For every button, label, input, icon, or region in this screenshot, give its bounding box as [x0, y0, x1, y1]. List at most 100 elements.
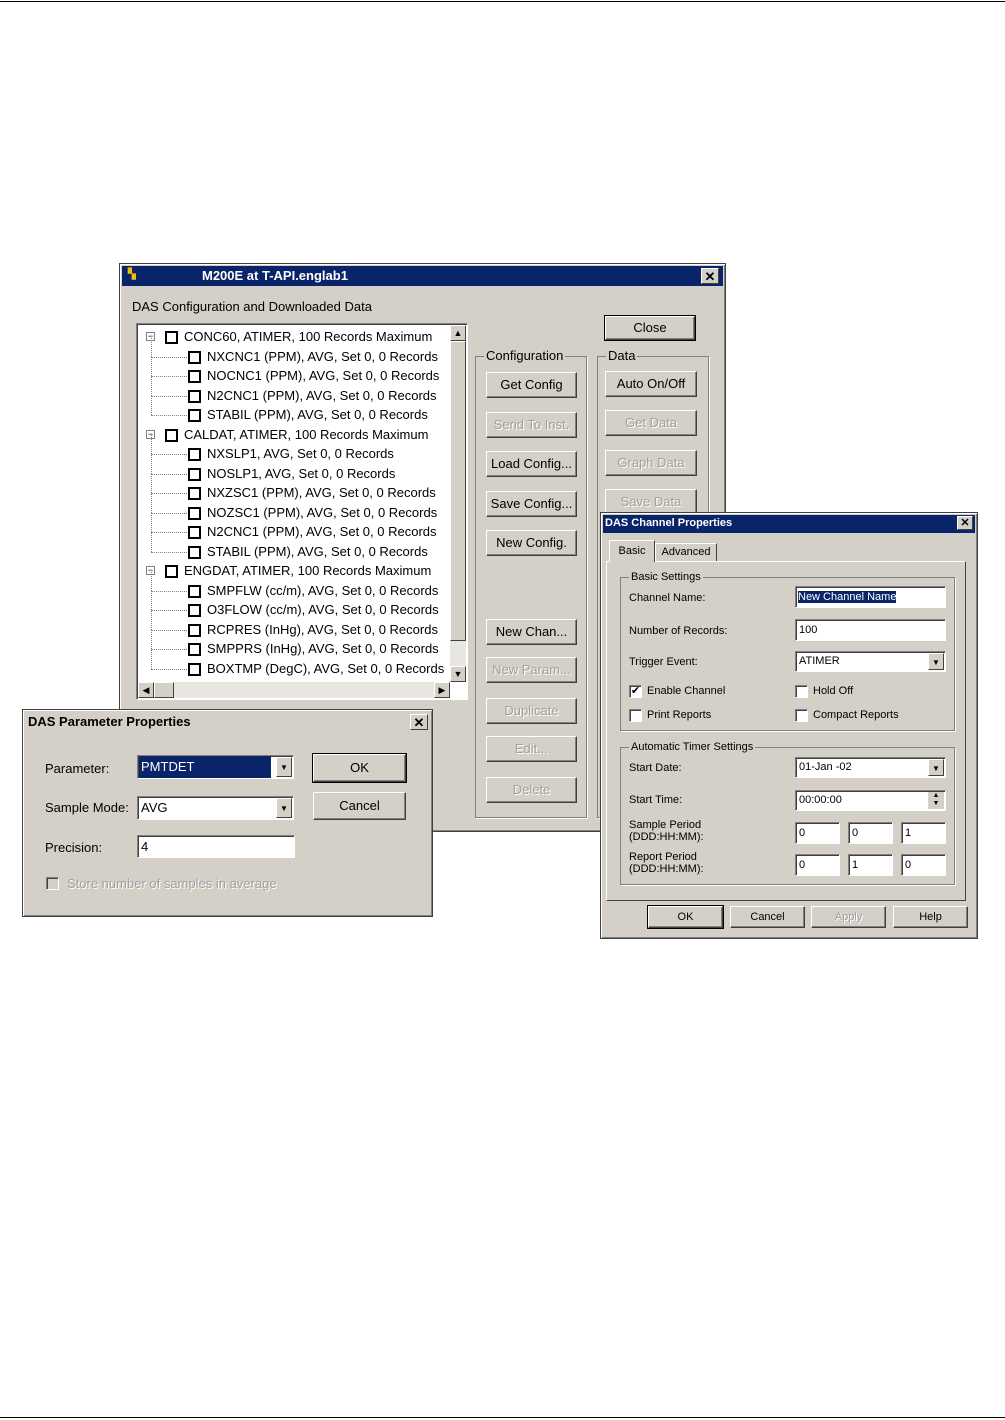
compact-reports-checkbox[interactable]	[795, 709, 808, 722]
trigger-event-select[interactable]: ATIMER ▼	[795, 651, 946, 672]
tree-connector-line	[151, 571, 152, 591]
tree-checkbox[interactable]	[188, 604, 201, 617]
save-config-button[interactable]: Save Config...	[486, 491, 577, 517]
store-samples-checkbox[interactable]	[46, 877, 59, 890]
tree-parameter-node[interactable]: SMPFLW (cc/m), AVG, Set 0, 0 Records	[137, 571, 450, 601]
tree-parameter-node[interactable]: N2CNC1 (PPM), AVG, Set 0, 0 Records	[137, 376, 450, 406]
close-button[interactable]: Close	[604, 315, 696, 341]
sample-mode-dropdown-icon[interactable]: ▼	[276, 798, 292, 818]
graph-data-button[interactable]: Graph Data	[605, 450, 697, 476]
tree-checkbox[interactable]	[188, 526, 201, 539]
tree-connector-line	[151, 357, 152, 376]
scroll-up-icon[interactable]: ▲	[450, 325, 466, 341]
tree-checkbox[interactable]	[188, 545, 201, 559]
tree-parameter-node[interactable]: RCPRES (InHg), AVG, Set 0, 0 Records	[137, 610, 450, 640]
print-reports-checkbox[interactable]	[629, 709, 642, 722]
tree-node-label: SMPFLW (cc/m), AVG, Set 0, 0 Records	[207, 582, 439, 598]
duplicate-button[interactable]: Duplicate	[486, 698, 577, 724]
tree-parameter-node[interactable]: O3FLOW (cc/m), AVG, Set 0, 0 Records	[137, 591, 450, 620]
num-records-input[interactable]: 100	[795, 619, 946, 641]
start-time-input[interactable]: 00:00:00 ▲ ▼	[795, 790, 946, 811]
tree-checkbox[interactable]	[188, 409, 201, 422]
get-config-button[interactable]: Get Config	[486, 372, 577, 398]
tree-parameter-node[interactable]: BOXTMP (DegC), AVG, Set 0, 0 Records	[137, 649, 450, 679]
tree-parameter-node[interactable]: NOZSC1 (PPM), AVG, Set 0, 0 Records	[137, 493, 450, 523]
channel-close-icon[interactable]: ✕	[957, 516, 973, 530]
start-date-value: 01-Jan -02	[799, 761, 852, 773]
tree-parameter-node[interactable]: N2CNC1 (PPM), AVG, Set 0, 0 Records	[137, 513, 450, 542]
enable-channel-label: Enable Channel	[647, 685, 726, 697]
print-reports-label: Print Reports	[647, 709, 712, 721]
parameter-dropdown-icon[interactable]: ▼	[276, 757, 292, 777]
channel-help-button[interactable]: Help	[893, 906, 968, 928]
param-close-icon[interactable]: ✕	[410, 714, 428, 730]
tree-checkbox[interactable]	[165, 428, 178, 442]
tree-checkbox[interactable]	[188, 389, 201, 403]
tree-checkbox[interactable]	[165, 331, 178, 344]
tree-checkbox[interactable]	[165, 565, 178, 578]
tree-checkbox[interactable]	[188, 623, 201, 637]
new-chan-button[interactable]: New Chan...	[486, 619, 577, 645]
scroll-thumb[interactable]	[450, 341, 466, 641]
sample-period-days[interactable]: 0	[795, 822, 840, 844]
tree-checkbox[interactable]	[188, 370, 201, 383]
tree-checkbox[interactable]	[188, 584, 201, 598]
new-config-button[interactable]: New Config.	[486, 530, 577, 556]
sample-period-hours[interactable]: 0	[848, 822, 893, 844]
tree-checkbox[interactable]	[188, 467, 201, 481]
delete-button[interactable]: Delete	[486, 777, 577, 803]
tree-vscrollbar[interactable]: ▲ ▼	[450, 325, 466, 682]
tree-checkbox[interactable]	[188, 487, 201, 500]
tree-channel-node[interactable]: − ENGDAT, ATIMER, 100 Records Maximum	[137, 562, 450, 581]
tree-parameter-node[interactable]: STABIL (PPM), AVG, Set 0, 0 Records	[137, 396, 450, 425]
hold-off-checkbox[interactable]	[795, 685, 808, 698]
channel-cancel-button[interactable]: Cancel	[730, 906, 805, 928]
scroll-left-icon[interactable]: ◀	[138, 682, 154, 698]
tree-checkbox[interactable]	[188, 506, 201, 520]
precision-input[interactable]: 4	[137, 835, 295, 858]
hscroll-thumb[interactable]	[154, 682, 174, 698]
param-cancel-button[interactable]: Cancel	[313, 792, 406, 820]
enable-channel-checkbox[interactable]: ✔	[629, 685, 642, 698]
param-ok-button[interactable]: OK	[312, 753, 407, 783]
sample-mode-select[interactable]: AVG ▼	[137, 796, 294, 820]
new-param-button[interactable]: New Param...	[486, 657, 577, 683]
tree-hscrollbar[interactable]: ◀ ▶	[138, 682, 450, 698]
tree-checkbox[interactable]	[188, 350, 201, 364]
tree-checkbox[interactable]	[188, 662, 201, 676]
tree-channel-node[interactable]: − CALDAT, ATIMER, 100 Records Maximum	[137, 426, 450, 445]
tree-channel-node[interactable]: − CONC60, ATIMER, 100 Records Maximum	[137, 328, 450, 347]
get-data-button[interactable]: Get Data	[605, 410, 697, 436]
send-to-inst-button[interactable]: Send To Inst.	[486, 412, 577, 438]
trigger-dropdown-icon[interactable]: ▼	[928, 653, 944, 670]
tree-parameter-node[interactable]: STABIL (PPM), AVG, Set 0, 0 Records	[137, 532, 450, 562]
start-date-dropdown-icon[interactable]: ▼	[928, 759, 944, 776]
start-date-select[interactable]: 01-Jan -02 ▼	[795, 757, 946, 778]
tree-parameter-node[interactable]: SMPPRS (InHg), AVG, Set 0, 0 Records	[137, 630, 450, 659]
report-period-hours[interactable]: 1	[848, 854, 893, 876]
channel-name-input[interactable]: New Channel Name	[795, 586, 946, 608]
scroll-right-icon[interactable]: ▶	[434, 682, 450, 698]
tree-checkbox[interactable]	[188, 643, 201, 656]
das-tree-view[interactable]: − CONC60, ATIMER, 100 Records Maximum NXCN…	[136, 323, 468, 700]
load-config-button[interactable]: Load Config...	[486, 451, 577, 477]
report-period-minutes[interactable]: 0	[901, 854, 946, 876]
scroll-down-icon[interactable]: ▼	[450, 666, 466, 682]
tree-parameter-node[interactable]: NXSLP1, AVG, Set 0, 0 Records	[137, 435, 450, 464]
edit-button[interactable]: Edit...	[486, 736, 577, 762]
channel-apply-button[interactable]: Apply	[811, 906, 886, 928]
sample-period-minutes[interactable]: 1	[901, 822, 946, 844]
tab-basic[interactable]: Basic	[609, 540, 655, 562]
tree-parameter-node[interactable]: NXZSC1 (PPM), AVG, Set 0, 0 Records	[137, 474, 450, 503]
tree-parameter-node[interactable]: NXCNC1 (PPM), AVG, Set 0, 0 Records	[137, 337, 450, 367]
tree-parameter-node[interactable]: NOCNC1 (PPM), AVG, Set 0, 0 Records	[137, 357, 450, 386]
report-period-days[interactable]: 0	[795, 854, 840, 876]
tab-advanced[interactable]: Advanced	[655, 543, 717, 562]
main-close-icon[interactable]: ✕	[701, 268, 719, 284]
time-spinner-icon[interactable]: ▲ ▼	[928, 792, 944, 809]
parameter-select[interactable]: PMTDET ▼	[137, 755, 294, 779]
channel-ok-button[interactable]: OK	[647, 905, 724, 929]
tree-checkbox[interactable]	[188, 448, 201, 461]
auto-on-off-button[interactable]: Auto On/Off	[605, 371, 697, 397]
tree-parameter-node[interactable]: NOSLP1, AVG, Set 0, 0 Records	[137, 454, 450, 484]
